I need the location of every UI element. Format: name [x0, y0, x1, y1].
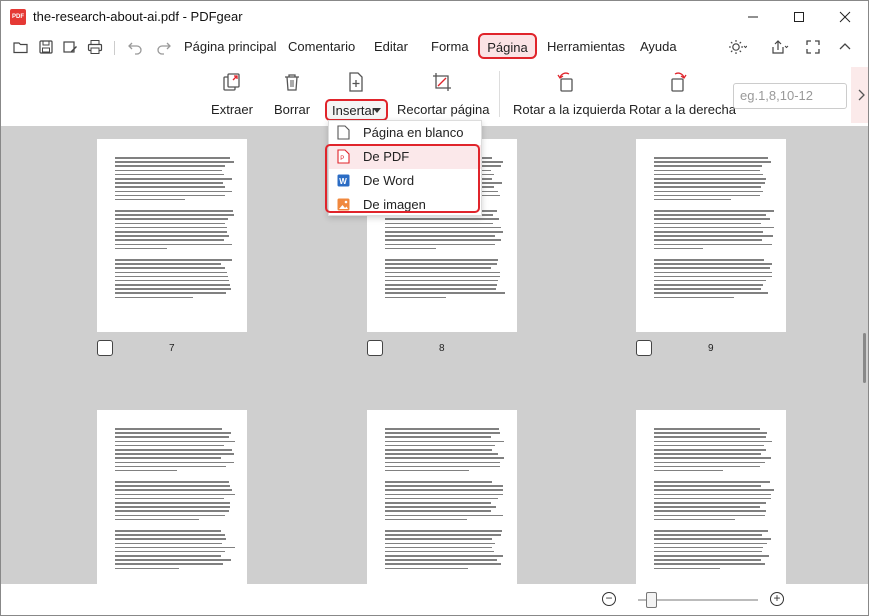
page-thumbnail[interactable] — [636, 139, 786, 332]
rotate-right-icon — [671, 72, 687, 92]
rotate-left-label: Rotar a la izquierda — [513, 102, 626, 117]
page-range-input[interactable]: eg.1,8,10-12 — [733, 83, 847, 109]
page-thumbnail[interactable] — [97, 410, 247, 584]
insert-blank-page-item[interactable]: Página en blanco — [329, 121, 481, 145]
zoom-out-button[interactable]: − — [602, 592, 616, 606]
page-thumbnail[interactable] — [97, 139, 247, 332]
open-folder-icon[interactable] — [13, 39, 29, 55]
crop-label: Recortar página — [397, 102, 490, 117]
page-text-lines — [385, 428, 505, 579]
crop-page-button[interactable]: Recortar página — [397, 63, 490, 123]
plus-icon: + — [773, 591, 781, 605]
fullscreen-icon[interactable] — [805, 39, 821, 55]
page-text-lines — [654, 157, 774, 308]
menu-pagina[interactable]: Página — [478, 33, 537, 59]
status-bar: − + — [1, 584, 868, 615]
zoom-in-button[interactable]: + — [770, 592, 784, 606]
menu-forma[interactable]: Forma — [431, 39, 469, 54]
collapse-icon[interactable] — [837, 39, 853, 55]
theme-icon[interactable] — [729, 39, 747, 55]
page-text-lines — [115, 428, 235, 579]
maximize-button[interactable] — [776, 1, 822, 33]
delete-button[interactable]: Borrar — [270, 63, 314, 123]
page-text-lines — [115, 157, 235, 308]
page-checkbox[interactable] — [97, 340, 113, 356]
minus-icon: − — [605, 591, 613, 605]
window-title: the-research-about-ai.pdf - PDFgear — [33, 9, 243, 24]
page-thumbnail[interactable] — [367, 410, 517, 584]
menu-ayuda[interactable]: Ayuda — [640, 39, 677, 54]
rotate-left-icon — [557, 72, 573, 92]
caret-down-icon — [373, 108, 381, 113]
toolbar-divider — [499, 71, 500, 117]
extract-button[interactable]: Extraer — [206, 63, 258, 123]
zoom-slider-handle[interactable] — [646, 592, 657, 608]
menu-bar: Página principal Comentario Editar Forma… — [1, 33, 868, 61]
blank-page-icon — [337, 125, 350, 140]
rotate-right-button[interactable]: Rotar a la derecha — [629, 63, 736, 123]
share-icon[interactable] — [771, 39, 789, 55]
insert-label: Insertar — [332, 103, 377, 118]
undo-icon[interactable] — [127, 39, 143, 55]
extract-icon — [223, 73, 240, 91]
page-thumbnail[interactable] — [636, 410, 786, 584]
minimize-icon — [748, 16, 758, 18]
app-window: PDF the-research-about-ai.pdf - PDFgear — [0, 0, 869, 616]
pdfgear-logo-icon: PDF — [10, 9, 26, 25]
title-bar: PDF the-research-about-ai.pdf - PDFgear — [1, 1, 868, 33]
maximize-icon — [794, 12, 804, 22]
page-number: 9 — [708, 343, 714, 354]
page-checkbox[interactable] — [636, 340, 652, 356]
rotate-left-button[interactable]: Rotar a la izquierda — [513, 63, 626, 123]
rotate-right-label: Rotar a la derecha — [629, 102, 736, 117]
page-text-lines — [654, 428, 774, 579]
close-button[interactable] — [822, 1, 868, 33]
vertical-scrollbar[interactable] — [863, 333, 866, 383]
insert-dropdown-button[interactable]: Insertar — [325, 99, 388, 121]
crop-icon — [433, 73, 451, 91]
save-as-icon[interactable] — [62, 39, 78, 55]
insert-blank-page-label: Página en blanco — [363, 125, 464, 140]
chevron-right-icon — [858, 89, 865, 101]
page-number: 7 — [169, 343, 175, 354]
page-number: 8 — [439, 343, 445, 354]
print-icon[interactable] — [87, 39, 103, 55]
redo-icon[interactable] — [156, 39, 172, 55]
menubar-divider — [114, 41, 115, 55]
minimize-button[interactable] — [730, 1, 776, 33]
menu-pagina-label: Página — [487, 40, 528, 55]
menu-pagina-principal[interactable]: Página principal — [184, 39, 277, 54]
save-icon[interactable] — [38, 39, 54, 55]
delete-label: Borrar — [273, 102, 311, 117]
menu-comentario[interactable]: Comentario — [288, 39, 355, 54]
menu-herramientas[interactable]: Herramientas — [547, 39, 625, 54]
range-apply-button[interactable] — [851, 67, 868, 123]
menu-editar[interactable]: Editar — [374, 39, 408, 54]
close-icon — [839, 11, 851, 23]
trash-icon — [285, 74, 299, 91]
insert-page-icon — [349, 72, 363, 92]
insert-options-highlight — [325, 144, 480, 213]
extract-label: Extraer — [211, 102, 253, 117]
page-checkbox[interactable] — [367, 340, 383, 356]
